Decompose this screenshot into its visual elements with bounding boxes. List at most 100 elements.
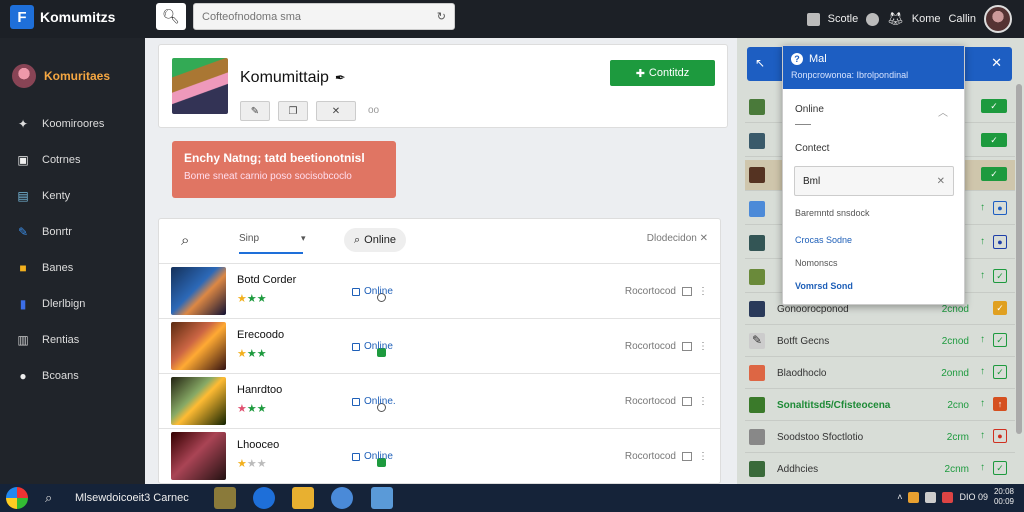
sidebar-item-1[interactable]: ▣ Cotrnes	[0, 142, 145, 178]
sidebar-user[interactable]: Komuritaes	[0, 38, 145, 88]
more-vertical-icon[interactable]: ⋮	[698, 341, 708, 352]
row-number: 2onnd	[941, 368, 969, 379]
search-bar[interactable]: ↻	[193, 3, 455, 30]
copy-icon[interactable]: ❐	[278, 101, 308, 121]
pencil-icon[interactable]: ✎	[240, 101, 270, 121]
tray-icon-1[interactable]	[908, 491, 920, 503]
dropdown-line-4[interactable]: Vomrsd Sond	[795, 281, 853, 291]
dropdown-line-1[interactable]: Baremntd snsdock	[795, 208, 870, 218]
check-icon[interactable]: ✓	[993, 301, 1007, 315]
status-icon[interactable]: ●	[993, 201, 1007, 215]
chevron-up-icon[interactable]: ˄	[897, 492, 902, 502]
topbar-item-3[interactable]: Callin	[948, 13, 976, 25]
app-icon-2[interactable]	[331, 487, 353, 509]
check-icon[interactable]: ✓	[993, 461, 1007, 475]
more-vertical-icon[interactable]: ⋮	[698, 451, 708, 462]
check-icon[interactable]: ✓	[993, 333, 1007, 347]
online-filter-chip[interactable]: ⌕ Online	[344, 228, 406, 252]
checkbox-icon[interactable]	[682, 342, 692, 351]
profile-name-text: Komumittaip	[240, 69, 329, 86]
check-icon[interactable]: ✓	[981, 167, 1007, 181]
dropdown-contact[interactable]: Contect	[795, 143, 829, 154]
list-item[interactable]: Erecoodo ★★★ Online Rocortocod ⋮	[159, 319, 720, 374]
list-item[interactable]: Lhooceo ★★★ Online Rocortocod ⋮	[159, 429, 720, 484]
panel-row[interactable]: ✎ Botft Gecns 2cnod ↑ ✓	[745, 326, 1015, 357]
contact-field[interactable]: ✕	[794, 166, 954, 196]
friends-list: ⌕ Sinp ▾ ⌕ Online Dlodecidon ✕ Botd Corde…	[158, 218, 721, 484]
panel-row[interactable]: Soodstoo Sfoctlotio 2crm ↑ ●	[745, 422, 1015, 453]
list-item[interactable]: Hanrdtoo ★★★ Online. Rocortocod ⋮	[159, 374, 720, 429]
sort-dropdown[interactable]: Dlodecidon ✕	[647, 233, 708, 244]
row-thumb	[749, 365, 765, 381]
user-avatar[interactable]	[984, 5, 1012, 33]
dropdown-line-3[interactable]: Nomonscs	[795, 258, 838, 268]
contact-button-label: Contitdz	[648, 67, 690, 79]
back-arrow-icon[interactable]: ↖	[755, 56, 765, 70]
arrow-icon: ↑	[980, 366, 985, 377]
clock[interactable]: 20:08 00:09	[994, 487, 1014, 507]
sidebar-item-0[interactable]: ✦ Koomiroores	[0, 106, 145, 142]
checkbox-icon[interactable]	[682, 397, 692, 406]
scrollbar[interactable]	[1016, 84, 1022, 434]
status-text: Online	[364, 341, 393, 352]
alert-banner[interactable]: Enchy Natng; tatd beetionotnisl Bome sne…	[172, 141, 396, 198]
sidebar-item-3[interactable]: ✎ Bonrtr	[0, 214, 145, 250]
search-icon[interactable]: 🔍︎	[156, 3, 186, 30]
topbar-item-1[interactable]: Scotle	[828, 13, 859, 25]
close-icon[interactable]: ✕	[700, 233, 708, 244]
refresh-icon[interactable]: ↻	[437, 10, 446, 23]
close-icon[interactable]: ✕	[991, 55, 1002, 71]
close-icon[interactable]: ✕	[316, 101, 356, 121]
sidebar-item-label: Koomiroores	[42, 118, 105, 130]
contact-input[interactable]	[803, 175, 937, 187]
panel-row[interactable]: Addhcies 2cnm ↑ ✓	[745, 454, 1015, 485]
sidebar-item-2[interactable]: ▤ Kenty	[0, 178, 145, 214]
app-logo[interactable]: F Komumitzs	[10, 5, 115, 29]
clock-date: 00:09	[993, 497, 1014, 506]
edit-icon[interactable]: ✒	[335, 70, 346, 86]
dropdown-line-2[interactable]: Crocas Sodne	[795, 235, 852, 245]
contact-button[interactable]: ✚ Contitdz	[610, 60, 715, 86]
topbar-item-2[interactable]: Kome	[912, 13, 941, 25]
checkbox-icon[interactable]	[682, 287, 692, 296]
folder-icon[interactable]	[292, 487, 314, 509]
tray-icon-2[interactable]	[925, 491, 937, 503]
check-icon[interactable]: ✓	[993, 269, 1007, 283]
app-icon-1[interactable]	[214, 487, 236, 509]
check-icon[interactable]: ↑	[993, 397, 1007, 411]
sidebar-item-5[interactable]: ▮ Dlerlbign	[0, 286, 145, 322]
more-vertical-icon[interactable]: ⋮	[698, 286, 708, 297]
list-item[interactable]: Botd Corder ★★★ Online Rocortocod ⋮	[159, 264, 720, 319]
chevron-down-icon[interactable]: ▾	[301, 233, 306, 244]
status-icon[interactable]: ●	[993, 429, 1007, 443]
tab-filter[interactable]: Sinp	[239, 233, 303, 254]
sidebar-item-7[interactable]: ● Bcoans	[0, 358, 145, 394]
more-options[interactable]: oo	[368, 101, 379, 121]
chevron-up-icon[interactable]: ︿	[938, 104, 948, 119]
sidebar-item-6[interactable]: ▥ Rentias	[0, 322, 145, 358]
panel-row[interactable]: Blaodhoclo 2onnd ↑ ✓	[745, 358, 1015, 389]
check-icon[interactable]: ✓	[993, 365, 1007, 379]
start-button[interactable]	[6, 487, 28, 509]
check-icon[interactable]: ✓	[981, 99, 1007, 113]
search-icon[interactable]: ⌕	[181, 232, 189, 249]
dropdown-online[interactable]: Online	[795, 104, 824, 115]
row-text: Botft Gecns	[777, 336, 830, 347]
panel-row[interactable]: Sonaltitsd5/Cfisteocena 2cno ↑ ↑	[745, 390, 1015, 421]
more-vertical-icon[interactable]: ⋮	[698, 396, 708, 407]
item-name: Lhooceo	[237, 439, 280, 451]
search-icon[interactable]: ⌕	[45, 490, 52, 506]
settings-icon[interactable]	[866, 12, 880, 26]
app-icon-3[interactable]	[371, 487, 393, 509]
search-input[interactable]	[202, 10, 437, 23]
browser-icon[interactable]	[253, 487, 275, 509]
sidebar-item-4[interactable]: ■ Banes	[0, 250, 145, 286]
meta-text: Rocortocod	[624, 451, 676, 462]
status-icon[interactable]: ●	[993, 235, 1007, 249]
check-icon[interactable]: ✓	[981, 133, 1007, 147]
checkbox-icon[interactable]	[682, 452, 692, 461]
notification-icon[interactable]	[806, 12, 820, 26]
close-icon[interactable]: ✕	[937, 176, 945, 187]
tray-icon-3[interactable]	[942, 491, 954, 503]
taskbar-search-label[interactable]: Mlsewdoicoeit3 Carnec	[75, 492, 189, 504]
